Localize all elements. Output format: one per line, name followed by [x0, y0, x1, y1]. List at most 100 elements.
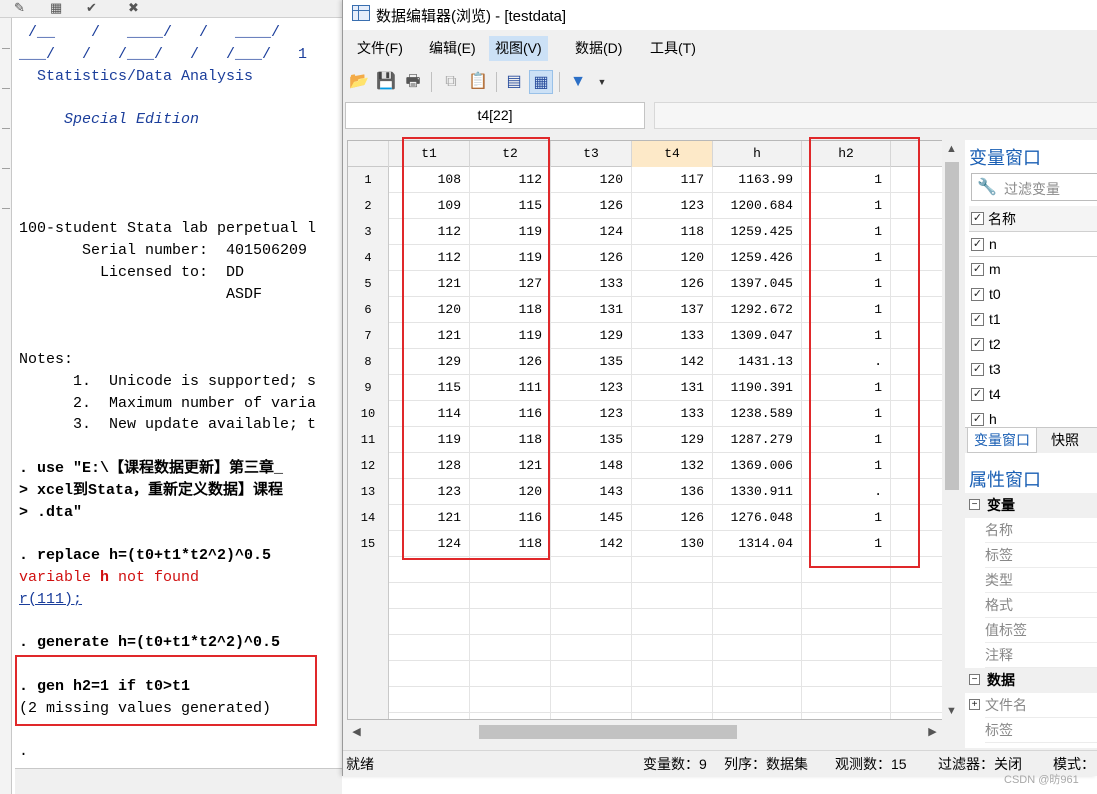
property-item[interactable]: 值标签: [985, 618, 1097, 643]
cell-t4[interactable]: 137: [632, 297, 713, 323]
empty-row[interactable]: [348, 687, 942, 713]
break-icon[interactable]: ✖: [128, 0, 139, 16]
variable-checkbox[interactable]: ✓: [971, 263, 984, 276]
row-number[interactable]: 13: [348, 479, 389, 505]
menu-data[interactable]: 数据(D): [569, 36, 628, 61]
cell-h[interactable]: 1330.911: [713, 479, 802, 505]
property-group[interactable]: − 变量: [965, 493, 1097, 518]
cell-h[interactable]: 1259.426: [713, 245, 802, 271]
property-item[interactable]: 名称: [985, 518, 1097, 543]
column-header-h[interactable]: h: [713, 141, 802, 167]
column-header-t3[interactable]: t3: [551, 141, 632, 167]
cell-t3[interactable]: 143: [551, 479, 632, 505]
cell-t4[interactable]: 133: [632, 323, 713, 349]
variable-item[interactable]: ✓ t2: [969, 332, 1097, 357]
edit-mode-icon[interactable]: ▦: [529, 70, 553, 94]
cell-t4[interactable]: 117: [632, 167, 713, 193]
row-number[interactable]: 3: [348, 219, 389, 245]
cell-h[interactable]: 1397.045: [713, 271, 802, 297]
row-number[interactable]: 9: [348, 375, 389, 401]
cell-h[interactable]: 1309.047: [713, 323, 802, 349]
variable-list-header[interactable]: ✓ 名称: [969, 206, 1097, 232]
property-item[interactable]: 标签: [985, 718, 1097, 743]
empty-row[interactable]: [348, 609, 942, 635]
cell-t4[interactable]: 129: [632, 427, 713, 453]
cell-h[interactable]: 1190.391: [713, 375, 802, 401]
cell-t3[interactable]: 135: [551, 427, 632, 453]
empty-row[interactable]: [348, 583, 942, 609]
cell-t3[interactable]: 120: [551, 167, 632, 193]
row-number[interactable]: 6: [348, 297, 389, 323]
cell-t3[interactable]: 145: [551, 505, 632, 531]
scroll-up-icon[interactable]: ▲: [942, 140, 961, 158]
menu-file[interactable]: 文件(F): [351, 36, 409, 61]
cell-t4[interactable]: 120: [632, 245, 713, 271]
cell-h[interactable]: 1276.048: [713, 505, 802, 531]
cell-t4[interactable]: 131: [632, 375, 713, 401]
variable-checkbox[interactable]: ✓: [971, 413, 984, 426]
grid-empty-area[interactable]: [348, 557, 942, 719]
property-item[interactable]: 类型: [985, 568, 1097, 593]
cell-t4[interactable]: 142: [632, 349, 713, 375]
column-header-t4[interactable]: t4: [632, 141, 713, 167]
cell-t3[interactable]: 133: [551, 271, 632, 297]
filter-icon[interactable]: ▼: [566, 70, 590, 94]
results-line[interactable]: r(111);: [19, 589, 82, 611]
horizontal-scroll-thumb[interactable]: [479, 725, 737, 739]
variable-checkbox[interactable]: ✓: [971, 388, 984, 401]
variable-checkbox[interactable]: ✓: [971, 363, 984, 376]
cell-t3[interactable]: 126: [551, 245, 632, 271]
collapse-icon[interactable]: −: [969, 674, 980, 685]
print-icon[interactable]: 🖶: [401, 70, 425, 94]
row-number[interactable]: 7: [348, 323, 389, 349]
cell-t3[interactable]: 142: [551, 531, 632, 557]
edit-icon[interactable]: ✎: [14, 0, 25, 16]
open-folder-icon[interactable]: 📂: [347, 70, 371, 94]
variable-item[interactable]: ✓ t0: [969, 282, 1097, 307]
cell-t4[interactable]: 123: [632, 193, 713, 219]
row-number[interactable]: 11: [348, 427, 389, 453]
cell-t4[interactable]: 130: [632, 531, 713, 557]
expand-icon[interactable]: +: [969, 699, 980, 710]
cell-value-field[interactable]: [654, 102, 1097, 129]
cell-t3[interactable]: 135: [551, 349, 632, 375]
property-group[interactable]: − 数据: [965, 668, 1097, 693]
row-number[interactable]: 4: [348, 245, 389, 271]
variable-checkbox[interactable]: ✓: [971, 238, 984, 251]
cell-t3[interactable]: 123: [551, 401, 632, 427]
horizontal-scrollbar[interactable]: ◀ ▶: [347, 722, 943, 742]
cell-h[interactable]: 1431.13: [713, 349, 802, 375]
cell-t4[interactable]: 132: [632, 453, 713, 479]
empty-row[interactable]: [348, 661, 942, 687]
cell-t4[interactable]: 136: [632, 479, 713, 505]
cell-t3[interactable]: 124: [551, 219, 632, 245]
row-number[interactable]: 2: [348, 193, 389, 219]
cell-h[interactable]: 1292.672: [713, 297, 802, 323]
variable-item[interactable]: ✓ t1: [969, 307, 1097, 332]
row-number[interactable]: 14: [348, 505, 389, 531]
cell-t3[interactable]: 126: [551, 193, 632, 219]
empty-row[interactable]: [348, 713, 942, 719]
menu-tools[interactable]: 工具(T): [644, 36, 702, 61]
cell-t3[interactable]: 123: [551, 375, 632, 401]
row-number[interactable]: 1: [348, 167, 389, 193]
row-number[interactable]: 8: [348, 349, 389, 375]
select-all-checkbox[interactable]: ✓: [971, 212, 984, 225]
stata-command-bar[interactable]: [15, 768, 342, 794]
cell-t4[interactable]: 126: [632, 505, 713, 531]
collapse-icon[interactable]: −: [969, 499, 980, 510]
variables-manager-icon[interactable]: ▤: [502, 70, 526, 94]
check-icon[interactable]: ✔: [86, 0, 97, 16]
property-item[interactable]: 格式: [985, 593, 1097, 618]
corner-cell[interactable]: [348, 141, 389, 167]
cell-h[interactable]: 1287.279: [713, 427, 802, 453]
variable-checkbox[interactable]: ✓: [971, 338, 984, 351]
cell-t4[interactable]: 133: [632, 401, 713, 427]
empty-row[interactable]: [348, 635, 942, 661]
row-number[interactable]: 5: [348, 271, 389, 297]
cell-t3[interactable]: 131: [551, 297, 632, 323]
menu-view[interactable]: 视图(V): [489, 36, 548, 61]
cell-t3[interactable]: 148: [551, 453, 632, 479]
variable-item[interactable]: ✓ t4: [969, 382, 1097, 407]
row-number[interactable]: 10: [348, 401, 389, 427]
